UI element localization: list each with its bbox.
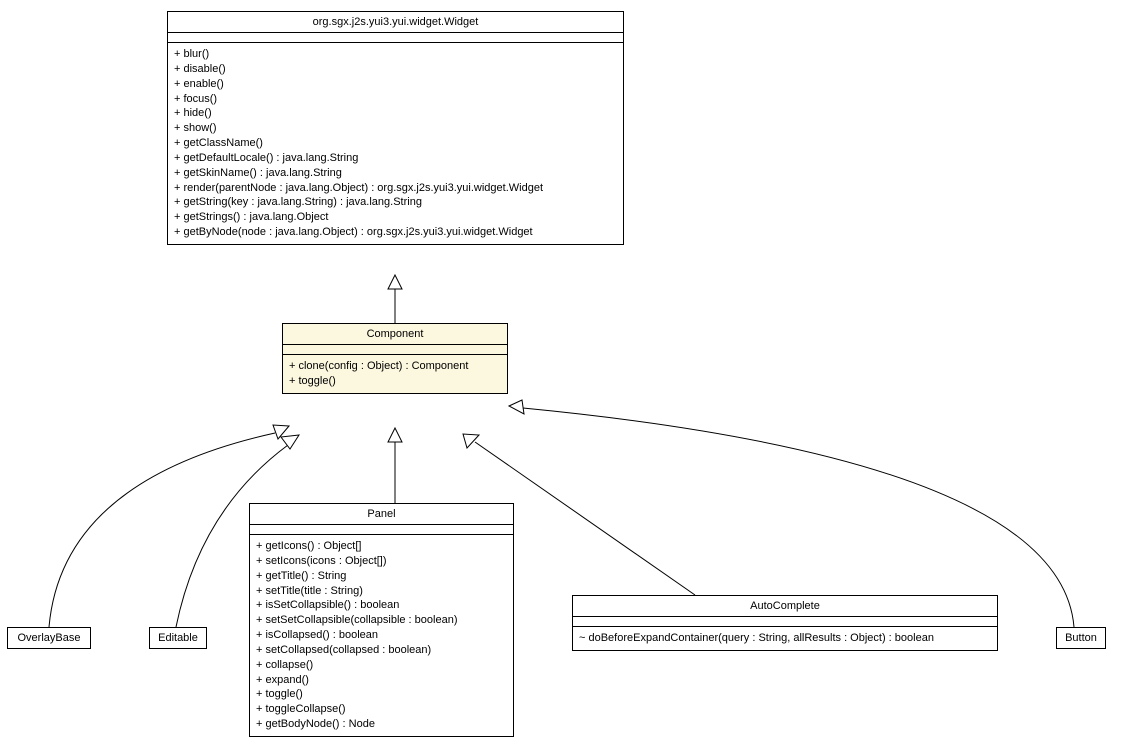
class-attrs xyxy=(283,345,507,355)
op: + setSetCollapsible(collapsible : boolea… xyxy=(256,613,507,628)
class-editable: Editable xyxy=(149,627,207,649)
class-autocomplete: AutoComplete ~ doBeforeExpandContainer(q… xyxy=(572,595,998,651)
op: + setCollapsed(collapsed : boolean) xyxy=(256,643,507,658)
class-attrs xyxy=(573,617,997,627)
class-title: AutoComplete xyxy=(573,596,997,617)
op: + show() xyxy=(174,121,617,136)
op: + getString(key : java.lang.String) : ja… xyxy=(174,195,617,210)
op: + setTitle(title : String) xyxy=(256,584,507,599)
class-title: OverlayBase xyxy=(8,628,90,648)
op: ~ doBeforeExpandContainer(query : String… xyxy=(579,631,991,646)
class-ops: + getIcons() : Object[] + setIcons(icons… xyxy=(250,535,513,736)
op: + getBodyNode() : Node xyxy=(256,717,507,732)
op: + toggle() xyxy=(256,687,507,702)
class-component: Component + clone(config : Object) : Com… xyxy=(282,323,508,394)
op: + hide() xyxy=(174,106,617,121)
op: + getByNode(node : java.lang.Object) : o… xyxy=(174,225,617,240)
class-widget: org.sgx.j2s.yui3.yui.widget.Widget + blu… xyxy=(167,11,624,245)
class-overlaybase: OverlayBase xyxy=(7,627,91,649)
op: + disable() xyxy=(174,62,617,77)
class-button: Button xyxy=(1056,627,1106,649)
op: + toggleCollapse() xyxy=(256,702,507,717)
op: + setIcons(icons : Object[]) xyxy=(256,554,507,569)
op: + getTitle() : String xyxy=(256,569,507,584)
op: + expand() xyxy=(256,673,507,688)
op: + enable() xyxy=(174,77,617,92)
op: + getIcons() : Object[] xyxy=(256,539,507,554)
class-title: Editable xyxy=(150,628,206,648)
op: + getSkinName() : java.lang.String xyxy=(174,166,617,181)
op: + getStrings() : java.lang.Object xyxy=(174,210,617,225)
class-ops: + blur() + disable() + enable() + focus(… xyxy=(168,43,623,244)
op: + isCollapsed() : boolean xyxy=(256,628,507,643)
op: + render(parentNode : java.lang.Object) … xyxy=(174,181,617,196)
class-attrs xyxy=(250,525,513,535)
op: + isSetCollapsible() : boolean xyxy=(256,598,507,613)
class-panel: Panel + getIcons() : Object[] + setIcons… xyxy=(249,503,514,737)
class-ops: + clone(config : Object) : Component + t… xyxy=(283,355,507,393)
class-attrs xyxy=(168,33,623,43)
class-ops: ~ doBeforeExpandContainer(query : String… xyxy=(573,627,997,650)
op: + clone(config : Object) : Component xyxy=(289,359,501,374)
class-title: org.sgx.j2s.yui3.yui.widget.Widget xyxy=(168,12,623,33)
op: + toggle() xyxy=(289,374,501,389)
op: + collapse() xyxy=(256,658,507,673)
op: + getDefaultLocale() : java.lang.String xyxy=(174,151,617,166)
op: + focus() xyxy=(174,92,617,107)
class-title: Button xyxy=(1057,628,1105,648)
class-title: Component xyxy=(283,324,507,345)
op: + getClassName() xyxy=(174,136,617,151)
class-title: Panel xyxy=(250,504,513,525)
op: + blur() xyxy=(174,47,617,62)
